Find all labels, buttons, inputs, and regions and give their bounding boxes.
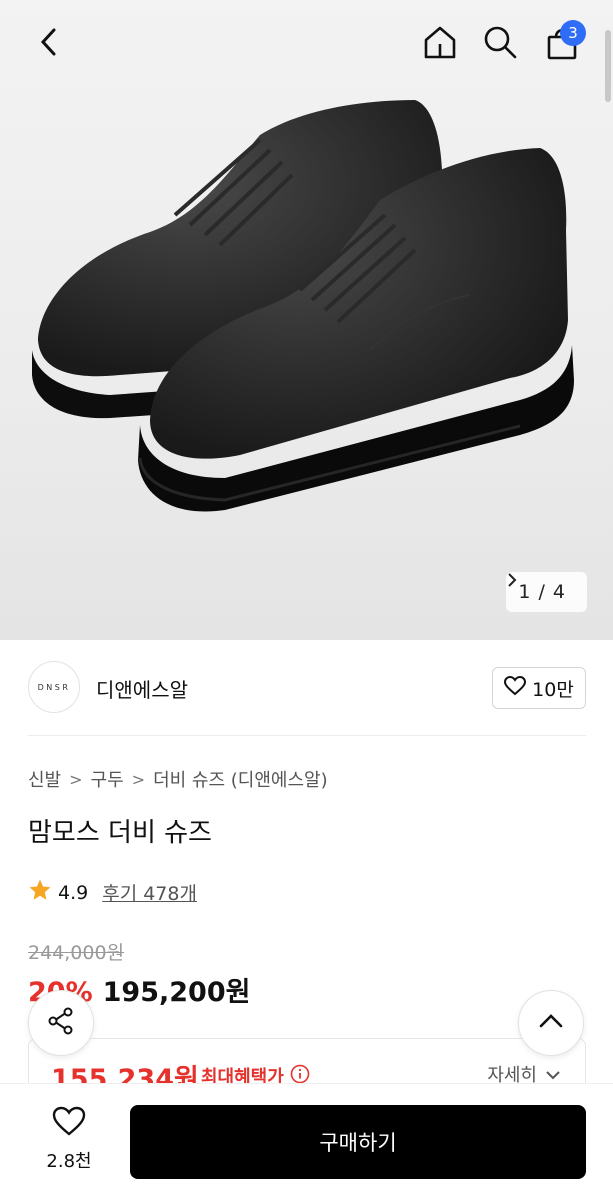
breadcrumb: 신발 > 구두 > 더비 슈즈 (디앤에스알) xyxy=(28,766,328,792)
gallery-separator: / xyxy=(538,581,545,603)
cart-button[interactable]: 3 xyxy=(540,20,586,66)
shoes-illustration xyxy=(32,100,574,512)
brand-name[interactable]: 디앤에스알 xyxy=(96,674,188,703)
brand-row: DNSR 디앤에스알 10만 xyxy=(0,640,613,736)
breadcrumb-item[interactable]: 신발 xyxy=(28,766,61,792)
product-title: 맘모스 더비 슈즈 xyxy=(28,818,212,848)
gallery-counter[interactable]: 1 / 4 xyxy=(506,572,587,612)
rating-value: 4.9 xyxy=(58,881,89,904)
top-header: 3 xyxy=(0,0,613,90)
chevron-down-icon xyxy=(545,1064,561,1085)
wishlist-button[interactable]: 2.8천 xyxy=(30,1106,108,1173)
chevron-right-icon: > xyxy=(69,769,83,789)
scrollbar[interactable] xyxy=(605,30,611,102)
sale-price: 195,200원 xyxy=(102,977,251,1008)
original-price: 244,000원 xyxy=(28,942,125,964)
share-icon xyxy=(46,1006,76,1040)
chevron-right-icon: > xyxy=(131,769,146,789)
buy-button[interactable]: 구매하기 xyxy=(130,1105,586,1179)
bottom-action-bar: 2.8천 구매하기 xyxy=(0,1083,613,1200)
chevron-left-icon xyxy=(38,27,58,61)
chevron-up-icon xyxy=(538,1013,564,1033)
home-button[interactable] xyxy=(418,22,462,66)
star-icon xyxy=(28,878,52,907)
brand-logo[interactable]: DNSR xyxy=(28,661,80,713)
cart-count-badge: 3 xyxy=(560,20,586,46)
heart-icon xyxy=(504,675,527,701)
back-button[interactable] xyxy=(26,22,70,66)
brand-like-count: 10만 xyxy=(532,678,574,701)
review-link[interactable]: 후기 478개 xyxy=(102,879,197,906)
gallery-current: 1 xyxy=(518,581,531,603)
gallery-total: 4 xyxy=(552,581,565,603)
wish-count: 2.8천 xyxy=(46,1151,92,1172)
brand-like-button[interactable]: 10만 xyxy=(492,667,586,709)
rating-row: 4.9 후기 478개 xyxy=(28,878,197,907)
heart-icon xyxy=(52,1106,86,1141)
product-image[interactable]: 1 / 4 xyxy=(0,0,613,640)
breadcrumb-item[interactable]: 구두 xyxy=(91,766,124,792)
search-button[interactable] xyxy=(478,22,522,66)
breadcrumb-item[interactable]: 더비 슈즈 (디앤에스알) xyxy=(153,766,328,792)
divider xyxy=(28,735,586,736)
search-icon xyxy=(482,24,518,64)
scroll-top-button[interactable] xyxy=(518,990,584,1056)
share-button[interactable] xyxy=(28,990,94,1056)
home-icon xyxy=(422,24,458,64)
